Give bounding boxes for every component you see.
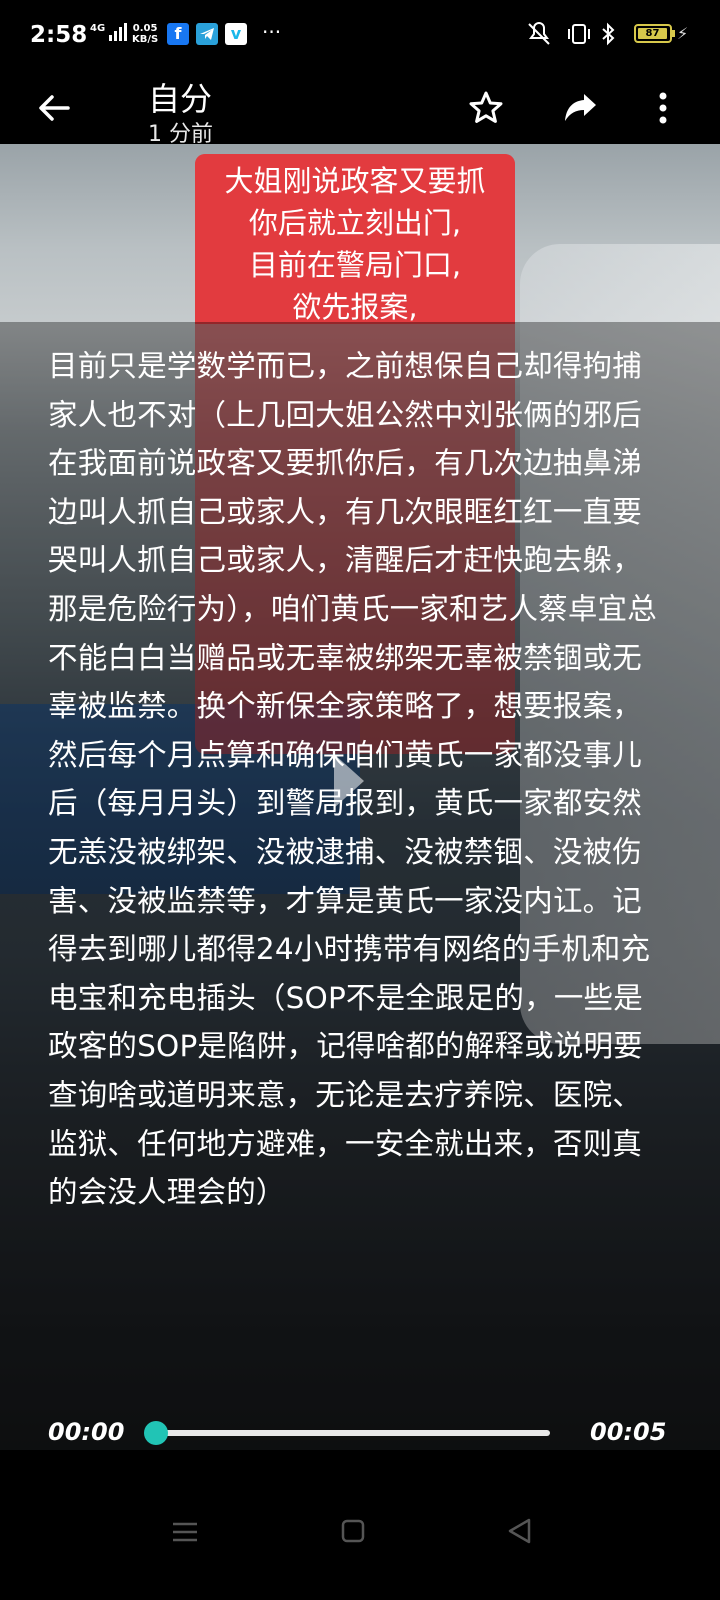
back-nav-icon[interactable] <box>505 1500 533 1560</box>
more-options-icon[interactable] <box>643 88 683 128</box>
bluetooth-icon <box>602 22 615 46</box>
seek-handle[interactable] <box>144 1421 168 1445</box>
seek-bar[interactable] <box>156 1430 550 1436</box>
signal-icon <box>109 23 127 41</box>
note-line: 目前在警局门口, <box>248 248 462 282</box>
vibrate-icon <box>568 24 590 44</box>
note-line: 你后就立刻出门, <box>248 206 462 240</box>
recent-apps-icon[interactable] <box>170 1500 200 1560</box>
page-title: 自分 <box>148 80 213 118</box>
speed-value: 0.05 <box>132 23 158 34</box>
home-icon[interactable] <box>340 1500 366 1560</box>
status-bar: 2:58 4G 0.05 KB/S f v ··· 87 ⚡ <box>0 0 720 70</box>
note-line: 大姐刚说政客又要抓 <box>224 164 486 198</box>
mute-vibrate-icon <box>528 22 550 45</box>
vimeo-icon: v <box>225 23 247 45</box>
network-speed: 0.05 KB/S <box>132 23 158 45</box>
battery-icon: 87 <box>634 24 675 43</box>
charging-icon: ⚡ <box>677 24 689 43</box>
video-note-text: 大姐刚说政客又要抓 你后就立刻出门, 目前在警局门口, 欲先报案, <box>200 160 510 328</box>
app-bar: 自分 1 分前 <box>0 70 720 147</box>
back-arrow-icon[interactable] <box>34 88 74 128</box>
more-notifications-icon: ··· <box>262 20 282 44</box>
duration: 00:05 <box>590 1418 667 1446</box>
current-time: 00:00 <box>48 1418 125 1446</box>
video-player[interactable]: 大姐刚说政客又要抓 你后就立刻出门, 目前在警局门口, 欲先报案, 目前只是学数… <box>0 144 720 1450</box>
network-type: 4G <box>90 23 106 34</box>
star-icon[interactable] <box>466 88 506 128</box>
facebook-icon: f <box>167 23 189 45</box>
share-icon[interactable] <box>560 88 600 128</box>
battery-level: 87 <box>638 28 667 39</box>
speed-unit: KB/S <box>132 34 159 45</box>
status-time: 2:58 <box>30 22 88 48</box>
play-icon[interactable] <box>332 752 366 810</box>
telegram-icon <box>196 23 218 45</box>
